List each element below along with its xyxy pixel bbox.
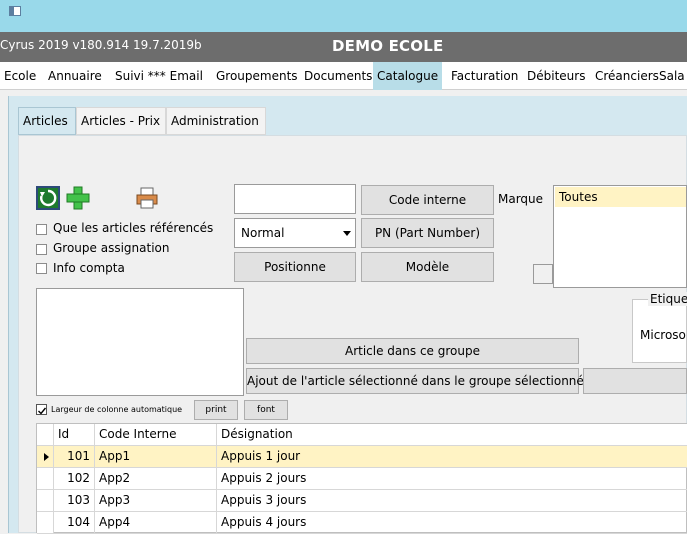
table-row[interactable]: 103 App3 Appuis 3 jours (37, 490, 687, 512)
checkbox-info-compta[interactable] (36, 263, 47, 274)
print-button[interactable]: print (194, 400, 238, 420)
table-row[interactable]: 102 App2 Appuis 2 jours (37, 468, 687, 490)
menu-documents[interactable]: Documents (300, 62, 376, 90)
cell-designation: Appuis 2 jours (217, 468, 687, 489)
code-interne-button[interactable]: Code interne (361, 185, 494, 215)
cell-designation: Appuis 1 jour (217, 446, 687, 467)
column-id[interactable]: Id (54, 424, 95, 445)
marque-small-field[interactable] (533, 264, 553, 284)
modele-button[interactable]: Modèle (361, 252, 494, 282)
etiquette-label: Etiquet (648, 292, 687, 306)
type-dropdown[interactable]: Normal (234, 218, 356, 248)
grid-header: Id Code Interne Désignation (37, 424, 687, 446)
window-titlebar (0, 0, 687, 32)
type-dropdown-value: Normal (241, 226, 285, 240)
row-header (37, 490, 54, 511)
cell-id: 102 (54, 468, 95, 489)
cell-id: 103 (54, 490, 95, 511)
cell-code: App3 (95, 490, 217, 511)
version-text: Cyrus 2019 v180.914 19.7.2019b (0, 38, 202, 52)
cell-code: App2 (95, 468, 217, 489)
menu-ecole[interactable]: Ecole (0, 62, 40, 90)
menu-facturation[interactable]: Facturation (447, 62, 522, 90)
row-header (37, 468, 54, 489)
group-list[interactable] (36, 288, 244, 396)
cell-code: App1 (95, 446, 217, 467)
row-pointer-icon (37, 446, 54, 467)
cell-designation: Appuis 3 jours (217, 490, 687, 511)
dropdown-arrow-icon (343, 231, 351, 236)
menu-annuaire[interactable]: Annuaire (44, 62, 106, 90)
row-header (37, 512, 54, 533)
marque-selected-item[interactable]: Toutes (555, 187, 686, 207)
menu-suivi-email[interactable]: Suivi *** Email (111, 62, 207, 90)
search-input[interactable] (234, 184, 356, 214)
menu-sala[interactable]: Sala (655, 62, 687, 90)
tab-articles[interactable]: Articles (18, 107, 76, 135)
label-articles-references: Que les articles référencés (53, 221, 214, 235)
menu-debiteurs[interactable]: Débiteurs (523, 62, 589, 90)
column-code-interne[interactable]: Code Interne (95, 424, 217, 445)
ajout-article-button[interactable]: Ajout de l'article sélectionné dans le g… (246, 368, 584, 394)
label-info-compta: Info compta (53, 261, 125, 275)
table-row[interactable]: 104 App4 Appuis 4 jours (37, 512, 687, 534)
marque-list[interactable]: Toutes (553, 185, 687, 288)
window-icon (9, 6, 21, 16)
tab-administration[interactable]: Administration (166, 107, 266, 135)
cell-id: 104 (54, 512, 95, 533)
checkbox-articles-references[interactable] (36, 224, 47, 235)
etiquette-value[interactable]: Microso (640, 328, 686, 342)
refresh-icon[interactable] (36, 186, 60, 210)
article-groupe-button[interactable]: Article dans ce groupe (246, 338, 579, 364)
tab-articles-prix[interactable]: Articles - Prix (76, 107, 166, 135)
grid-corner (37, 424, 54, 445)
positionne-button[interactable]: Positionne (234, 252, 356, 282)
school-title: DEMO ECOLE (332, 37, 444, 55)
main-menu: Ecole Annuaire Suivi *** Email Groupemen… (0, 62, 687, 90)
menu-groupements[interactable]: Groupements (212, 62, 302, 90)
print-icon[interactable] (135, 186, 159, 210)
checkbox-groupe-assignation[interactable] (36, 244, 47, 255)
table-row[interactable]: 101 App1 Appuis 1 jour (37, 446, 687, 468)
cell-code: App4 (95, 512, 217, 533)
font-button[interactable]: font (244, 400, 288, 420)
menu-creanciers[interactable]: Créanciers (591, 62, 663, 90)
check-icon (38, 407, 47, 415)
auto-width-label: Largeur de colonne automatique (51, 405, 183, 414)
extra-button[interactable] (583, 368, 687, 394)
cell-designation: Appuis 4 jours (217, 512, 687, 533)
articles-grid[interactable]: Id Code Interne Désignation 101 App1 App… (36, 423, 687, 534)
cell-id: 101 (54, 446, 95, 467)
label-groupe-assignation: Groupe assignation (53, 241, 170, 255)
pn-button[interactable]: PN (Part Number) (361, 218, 494, 248)
column-designation[interactable]: Désignation (217, 424, 687, 445)
menu-catalogue[interactable]: Catalogue (373, 62, 443, 90)
add-icon[interactable] (66, 186, 90, 210)
auto-width-checkbox[interactable] (36, 404, 47, 415)
marque-label: Marque (498, 192, 544, 206)
